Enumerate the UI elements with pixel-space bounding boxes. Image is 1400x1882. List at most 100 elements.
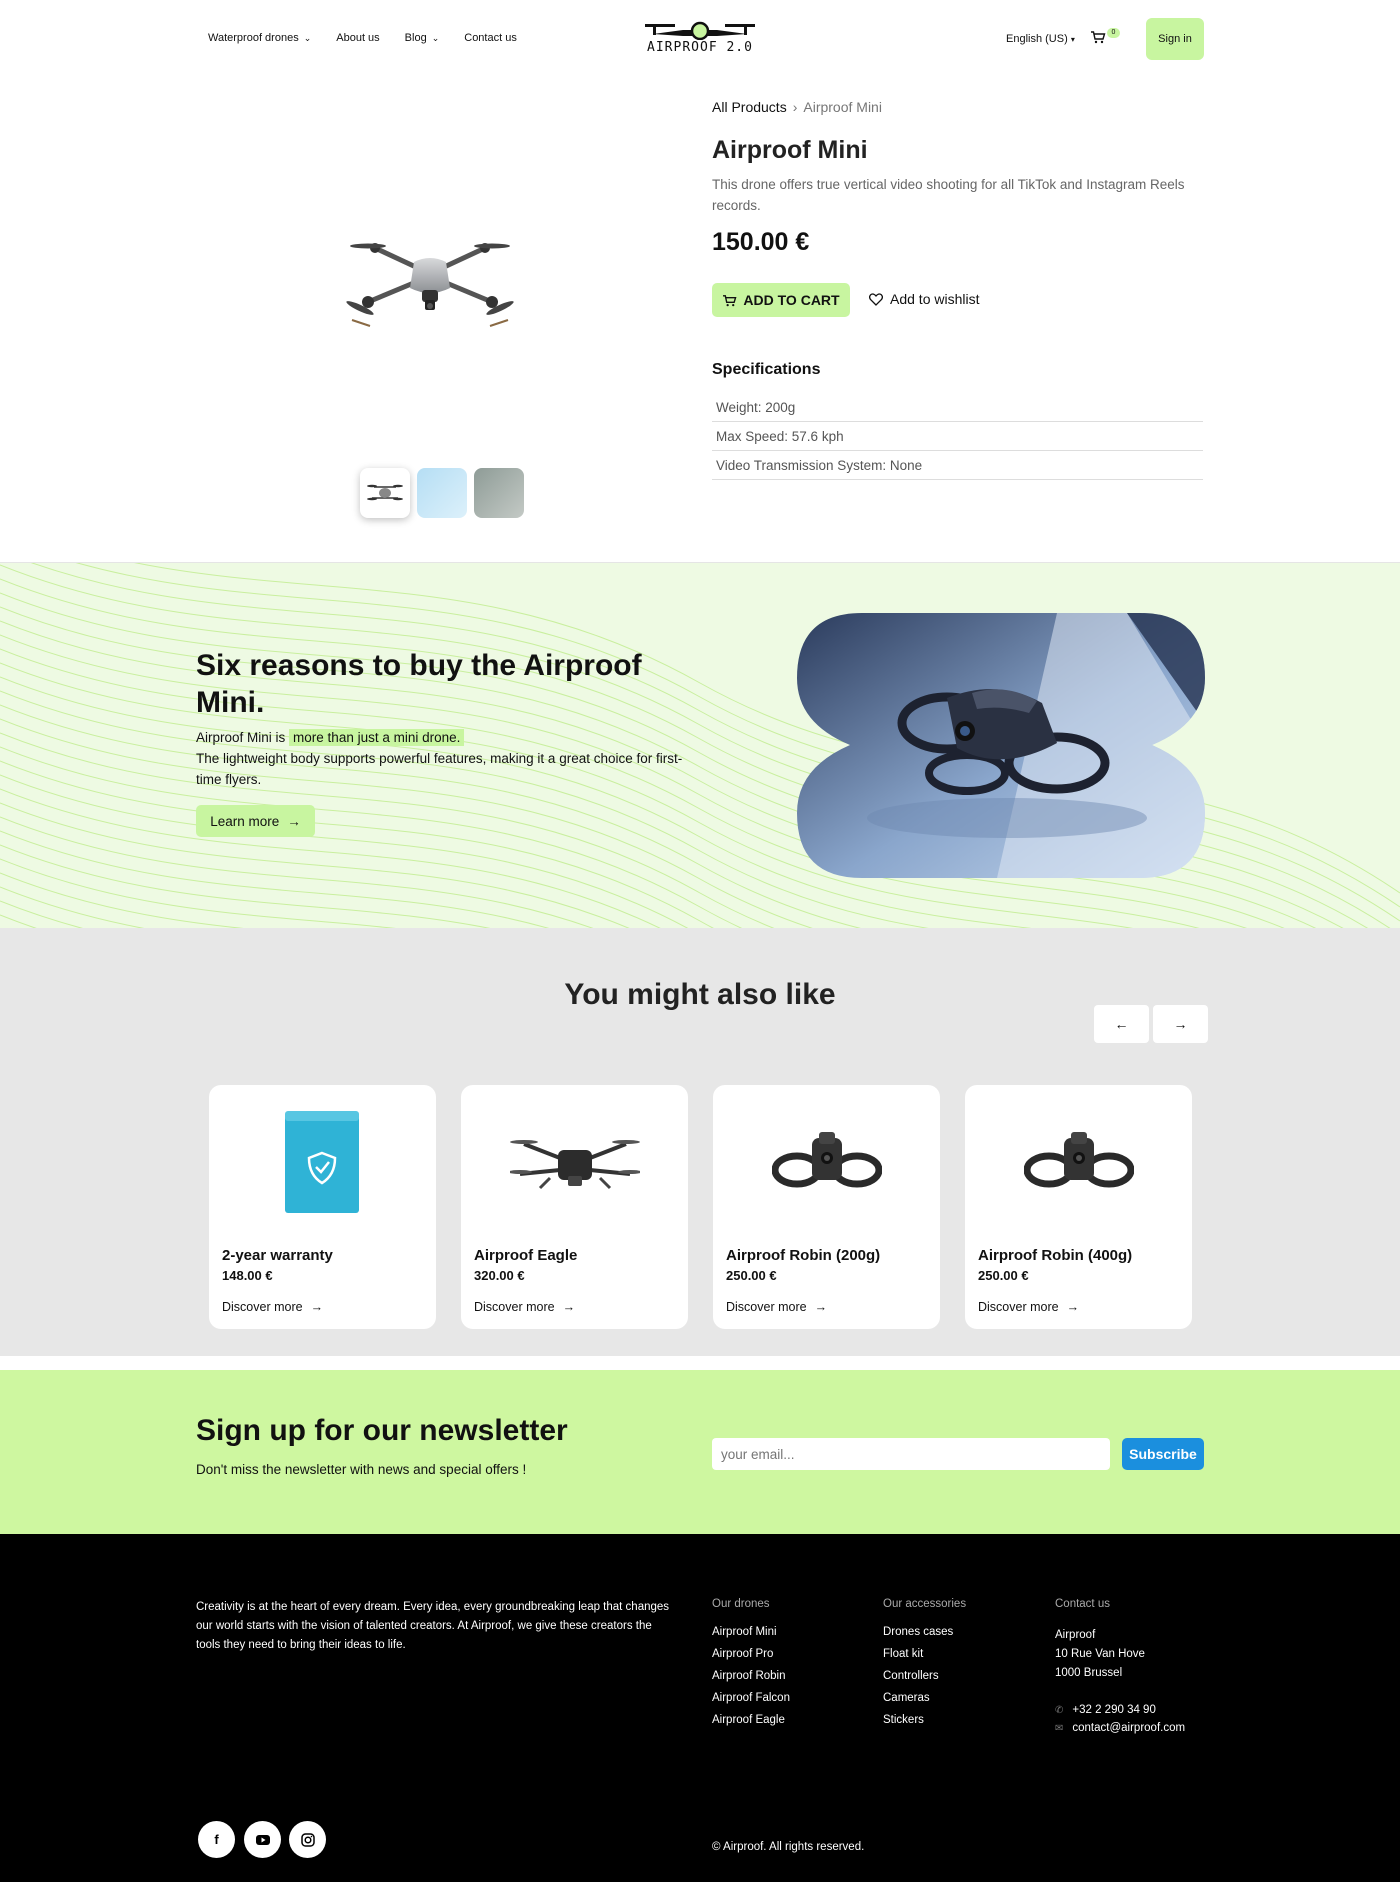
discover-more-label: Discover more — [978, 1300, 1059, 1314]
footer-phone[interactable]: ✆ +32 2 290 34 90 — [1055, 1704, 1185, 1716]
promo-title: Six reasons to buy the Airproof Mini. — [196, 649, 642, 719]
footer-link[interactable]: Controllers — [883, 1670, 966, 1682]
specifications-heading: Specifications — [712, 361, 821, 378]
arrow-right-icon: → — [310, 1300, 324, 1314]
card-image — [965, 1103, 1192, 1223]
instagram-icon[interactable] — [289, 1821, 326, 1858]
language-selector[interactable]: English (US) ▾ — [1006, 33, 1075, 45]
cart-icon — [1091, 31, 1106, 44]
warranty-box-icon — [284, 1111, 359, 1213]
wishlist-label: Add to wishlist — [890, 291, 980, 307]
nav-contact-us[interactable]: Contact us — [464, 32, 517, 44]
cart-button[interactable]: 0 — [1090, 28, 1120, 48]
add-to-cart-label: ADD TO CART — [743, 292, 840, 308]
arrow-right-icon: → — [1066, 1300, 1080, 1314]
product-card[interactable]: Airproof Robin (200g) 250.00 € Discover … — [713, 1085, 940, 1329]
promo-text-end: The lightweight body supports powerful f… — [196, 751, 683, 787]
copyright-text: © Airproof. All rights reserved. — [712, 1841, 865, 1853]
footer-about-text: Creativity is at the heart of every drea… — [196, 1601, 670, 1651]
add-to-cart-button[interactable]: ADD TO CART — [712, 283, 850, 317]
card-image — [461, 1103, 688, 1223]
carousel-prev-button[interactable]: ← — [1094, 1005, 1149, 1043]
promo-text: Airproof Mini is more than just a mini d… — [196, 727, 696, 790]
facebook-icon[interactable]: f — [198, 1821, 235, 1858]
footer-email[interactable]: ✉ contact@airproof.com — [1055, 1722, 1185, 1734]
breadcrumb-current: Airproof Mini — [803, 99, 882, 115]
product-price: 150.00 € — [712, 228, 810, 256]
card-name: Airproof Robin (400g) — [978, 1247, 1133, 1264]
product-description: This drone offers true vertical video sh… — [712, 177, 1185, 213]
caret-down-icon: ▾ — [1070, 35, 1075, 44]
email-address: contact@airproof.com — [1072, 1722, 1186, 1734]
card-image — [713, 1103, 940, 1223]
footer-contact-column: Contact us Airproof 10 Rue Van Hove 1000… — [1055, 1598, 1185, 1734]
breadcrumb-all-products[interactable]: All Products — [712, 99, 787, 115]
site-footer: Creativity is at the heart of every drea… — [0, 1534, 1400, 1882]
footer-column-title: Contact us — [1055, 1598, 1110, 1610]
discover-more-link[interactable]: Discover more → — [978, 1300, 1079, 1314]
drone-eagle-icon — [509, 1140, 640, 1190]
nav-about-us[interactable]: About us — [336, 32, 379, 44]
site-header: Waterproof drones ⌄ About us Blog ⌄ Contac… — [0, 0, 1400, 80]
add-to-wishlist-button[interactable]: Add to wishlist — [869, 291, 979, 307]
address-city: 1000 Brussel — [1055, 1667, 1123, 1679]
thumbnail-sky[interactable] — [417, 468, 467, 518]
card-name: Airproof Robin (200g) — [726, 1247, 881, 1264]
promo-section: Six reasons to buy the Airproof Mini. Ai… — [0, 562, 1400, 928]
heart-icon — [869, 292, 883, 306]
nav-waterproof-drones[interactable]: Waterproof drones ⌄ — [208, 32, 311, 44]
learn-more-label: Learn more — [210, 813, 280, 829]
discover-more-link[interactable]: Discover more → — [474, 1300, 575, 1314]
newsletter-title: Sign up for our newsletter — [196, 1414, 568, 1447]
specifications-list: Weight: 200g Max Speed: 57.6 kph Video T… — [712, 393, 1203, 480]
promo-text-start: Airproof Mini is — [196, 730, 286, 745]
site-logo[interactable]: AIRPROOF 2.0 — [640, 20, 760, 60]
discover-more-label: Discover more — [474, 1300, 555, 1314]
card-image — [209, 1103, 436, 1223]
footer-column-title: Our drones — [712, 1598, 770, 1610]
footer-drones-column: Our drones Airproof Mini Airproof Pro Ai… — [712, 1598, 790, 1736]
cart-icon — [723, 294, 737, 306]
carousel-next-button[interactable]: → — [1153, 1005, 1208, 1043]
chevron-down-icon: ⌄ — [303, 32, 312, 43]
thumbnail-drone[interactable] — [360, 468, 410, 518]
product-card[interactable]: Airproof Robin (400g) 250.00 € Discover … — [965, 1085, 1192, 1329]
footer-link[interactable]: Stickers — [883, 1714, 966, 1726]
footer-link[interactable]: Float kit — [883, 1648, 966, 1660]
footer-link[interactable]: Airproof Robin — [712, 1670, 790, 1682]
footer-link[interactable]: Airproof Falcon — [712, 1692, 790, 1704]
sign-in-button[interactable]: Sign in — [1146, 18, 1204, 60]
newsletter-subtitle: Don't miss the newsletter with news and … — [196, 1462, 527, 1477]
product-card[interactable]: 2-year warranty 148.00 € Discover more → — [209, 1085, 436, 1329]
spec-row: Weight: 200g — [712, 393, 1203, 422]
phone-number: +32 2 290 34 90 — [1072, 1704, 1156, 1716]
newsletter-email-input[interactable] — [712, 1438, 1110, 1470]
chevron-right-icon: › — [792, 99, 798, 115]
footer-link[interactable]: Cameras — [883, 1692, 966, 1704]
subscribe-button[interactable]: Subscribe — [1122, 1438, 1204, 1470]
discover-more-label: Discover more — [726, 1300, 807, 1314]
product-main-image[interactable] — [330, 220, 530, 350]
learn-more-button[interactable]: Learn more → — [196, 805, 315, 837]
logo-text: AIRPROOF 2.0 — [647, 40, 753, 55]
product-card[interactable]: Airproof Eagle 320.00 € Discover more → — [461, 1085, 688, 1329]
discover-more-link[interactable]: Discover more → — [726, 1300, 827, 1314]
drone-logo-icon — [645, 21, 755, 40]
youtube-icon[interactable] — [244, 1821, 281, 1858]
footer-link[interactable]: Airproof Mini — [712, 1626, 790, 1638]
arrow-right-icon: → — [814, 1300, 828, 1314]
footer-link[interactable]: Drones cases — [883, 1626, 966, 1638]
footer-link[interactable]: Airproof Eagle — [712, 1714, 790, 1726]
product-thumbnails — [360, 468, 524, 518]
arrow-right-icon: → — [562, 1300, 576, 1314]
drone-image — [346, 243, 514, 327]
footer-link[interactable]: Airproof Pro — [712, 1648, 790, 1660]
youtube-glyph — [255, 1834, 270, 1845]
fpv-drone-image — [797, 613, 1205, 878]
footer-column-title: Our accessories — [883, 1598, 967, 1610]
nav-blog[interactable]: Blog ⌄ — [405, 32, 440, 44]
discover-more-link[interactable]: Discover more → — [222, 1300, 323, 1314]
card-price: 320.00 € — [474, 1268, 525, 1283]
thumbnail-hand[interactable] — [474, 468, 524, 518]
card-price: 250.00 € — [978, 1268, 1029, 1283]
